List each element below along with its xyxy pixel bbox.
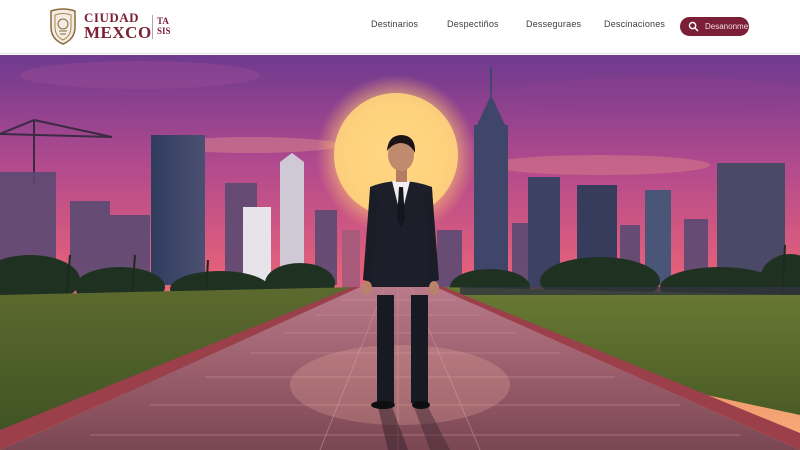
nav-item-desseguraes[interactable]: Desseguraes [526, 19, 581, 29]
coat-of-arms-icon [50, 8, 76, 45]
site-header: CIUDAD MEXCO TA SIS Destinarios Despecti… [0, 0, 800, 54]
logo-title-line2: MEXCO [84, 23, 152, 42]
hero-banner [0, 55, 800, 450]
search-icon [688, 21, 699, 32]
nav-item-destinarios[interactable]: Destinarios [371, 19, 418, 29]
site-logo[interactable]: CIUDAD MEXCO TA SIS [48, 7, 188, 47]
logo-side-line1: TA [157, 16, 169, 26]
nav-item-descinaciones[interactable]: Descinaciones [604, 19, 665, 29]
logo-side-line2: SIS [157, 26, 171, 36]
nav-item-despectinos[interactable]: Despectiños [447, 19, 499, 29]
hero-image [0, 55, 800, 450]
logo-divider [152, 15, 153, 39]
search-button-label: Desanonme [705, 22, 749, 31]
search-button[interactable]: Desanonme [680, 17, 749, 36]
